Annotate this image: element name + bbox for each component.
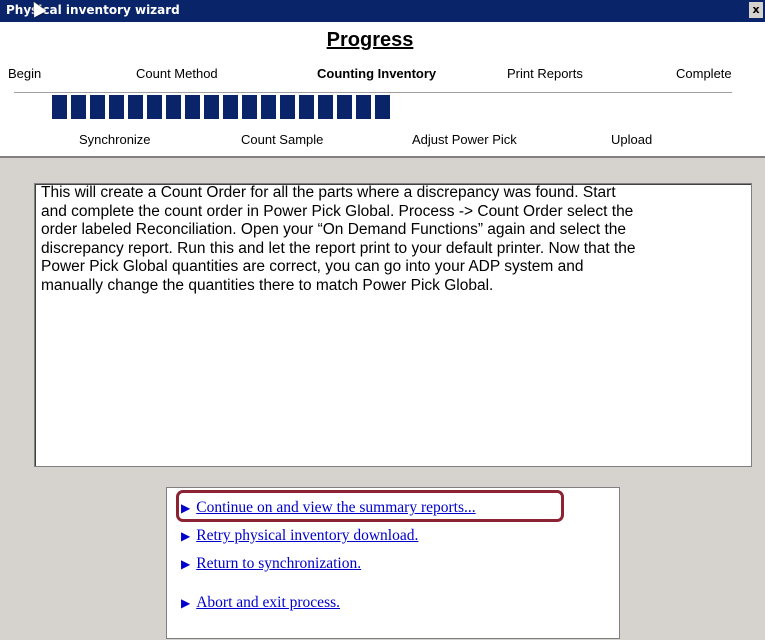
instruction-line: This will create a Count Order for all t… bbox=[41, 184, 616, 201]
step-count-method: Count Method bbox=[136, 66, 218, 81]
progress-segment bbox=[109, 95, 124, 119]
step-complete: Complete bbox=[676, 66, 732, 81]
progress-segment bbox=[204, 95, 219, 119]
substep-count-sample: Count Sample bbox=[241, 132, 324, 147]
instruction-line: and complete the count order in Power Pi… bbox=[41, 202, 634, 220]
progress-segment bbox=[71, 95, 86, 119]
close-icon[interactable]: x bbox=[749, 2, 763, 18]
progress-segment bbox=[185, 95, 200, 119]
instruction-line: order labeled Reconciliation. Open your … bbox=[41, 221, 627, 238]
progress-segment bbox=[337, 95, 352, 119]
progress-segment bbox=[90, 95, 105, 119]
progress-segment bbox=[128, 95, 143, 119]
step-counting-inventory: Counting Inventory bbox=[317, 66, 437, 81]
progress-segment bbox=[280, 95, 295, 119]
instructions-panel: This will create a Count Order for all t… bbox=[34, 183, 752, 467]
window-titlebar: Physical inventory wizard x bbox=[0, 0, 765, 22]
step-print-reports: Print Reports bbox=[507, 66, 583, 81]
return-synchronization-link[interactable]: ▶ Return to synchronization. bbox=[181, 555, 361, 573]
highlight-box bbox=[176, 490, 564, 522]
instruction-line: Power Pick Global quantities are correct… bbox=[41, 258, 584, 275]
abort-exit-link[interactable]: ▶ Abort and exit process. bbox=[181, 594, 340, 612]
progress-header: Progress Begin Count Method Counting Inv… bbox=[0, 22, 765, 158]
progress-segment bbox=[166, 95, 181, 119]
progress-segment bbox=[242, 95, 257, 119]
progress-segment bbox=[52, 95, 67, 119]
play-arrow-icon: ▶ bbox=[181, 557, 191, 571]
progress-segment bbox=[147, 95, 162, 119]
retry-download-link[interactable]: ▶ Retry physical inventory download. bbox=[181, 527, 418, 545]
progress-segment bbox=[356, 95, 371, 119]
substep-synchronize: Synchronize bbox=[79, 132, 151, 147]
progress-bar bbox=[52, 95, 394, 119]
instruction-line: discrepancy report. Run this and let the… bbox=[41, 239, 636, 257]
play-arrow-icon: ▶ bbox=[181, 529, 191, 543]
progress-segment bbox=[375, 95, 390, 119]
instruction-line: manually change the quantities there to … bbox=[41, 276, 494, 294]
progress-segment bbox=[261, 95, 276, 119]
step-separator bbox=[14, 92, 732, 93]
play-arrow-icon: ▶ bbox=[181, 596, 191, 610]
substep-upload: Upload bbox=[611, 132, 653, 147]
step-begin: Begin bbox=[8, 66, 42, 81]
progress-segment bbox=[318, 95, 333, 119]
progress-heading: Progress bbox=[326, 29, 414, 51]
substep-adjust-power-pick: Adjust Power Pick bbox=[412, 132, 517, 147]
progress-segment bbox=[299, 95, 314, 119]
progress-segment bbox=[223, 95, 238, 119]
